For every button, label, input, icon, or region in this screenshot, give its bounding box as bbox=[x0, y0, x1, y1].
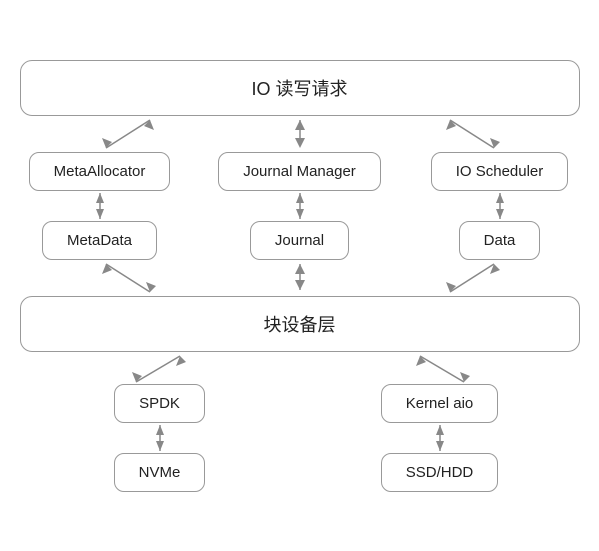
bottom-row: SPDK NVMe Kernel aio SSD/HDD bbox=[20, 384, 580, 492]
col-journal: Journal Manager Journal bbox=[220, 152, 380, 260]
top-arrows-svg bbox=[20, 116, 580, 152]
col-io: IO Scheduler Data bbox=[420, 152, 580, 260]
middle-row-top: MetaAllocator MetaData Journal Manager J… bbox=[20, 152, 580, 260]
journal-node: Journal bbox=[250, 221, 349, 260]
metadata-node: MetaData bbox=[42, 221, 157, 260]
nvme-node: NVMe bbox=[114, 453, 206, 492]
diagram: IO 读写请求 MetaAllocator MetaData Journal bbox=[20, 60, 580, 492]
arrow-io bbox=[488, 191, 512, 221]
block-bottom-arrows-svg bbox=[20, 352, 580, 384]
io-request-node: IO 读写请求 bbox=[20, 60, 580, 116]
arrow-journal bbox=[288, 191, 312, 221]
col-spdk: SPDK NVMe bbox=[70, 384, 250, 492]
ssd-hdd-node: SSD/HDD bbox=[381, 453, 499, 492]
data-node: Data bbox=[459, 221, 541, 260]
spdk-node: SPDK bbox=[114, 384, 205, 423]
journal-manager-node: Journal Manager bbox=[218, 152, 381, 191]
meta-allocator-node: MetaAllocator bbox=[29, 152, 171, 191]
kernel-aio-node: Kernel aio bbox=[381, 384, 499, 423]
arrow-meta bbox=[88, 191, 112, 221]
block-layer-node: 块设备层 bbox=[20, 296, 580, 352]
arrow-spdk bbox=[148, 423, 172, 453]
col-kernel: Kernel aio SSD/HDD bbox=[350, 384, 530, 492]
bottom-top-arrows-svg bbox=[20, 260, 580, 296]
col-meta: MetaAllocator MetaData bbox=[20, 152, 180, 260]
io-scheduler-node: IO Scheduler bbox=[431, 152, 569, 191]
arrow-kernel bbox=[428, 423, 452, 453]
